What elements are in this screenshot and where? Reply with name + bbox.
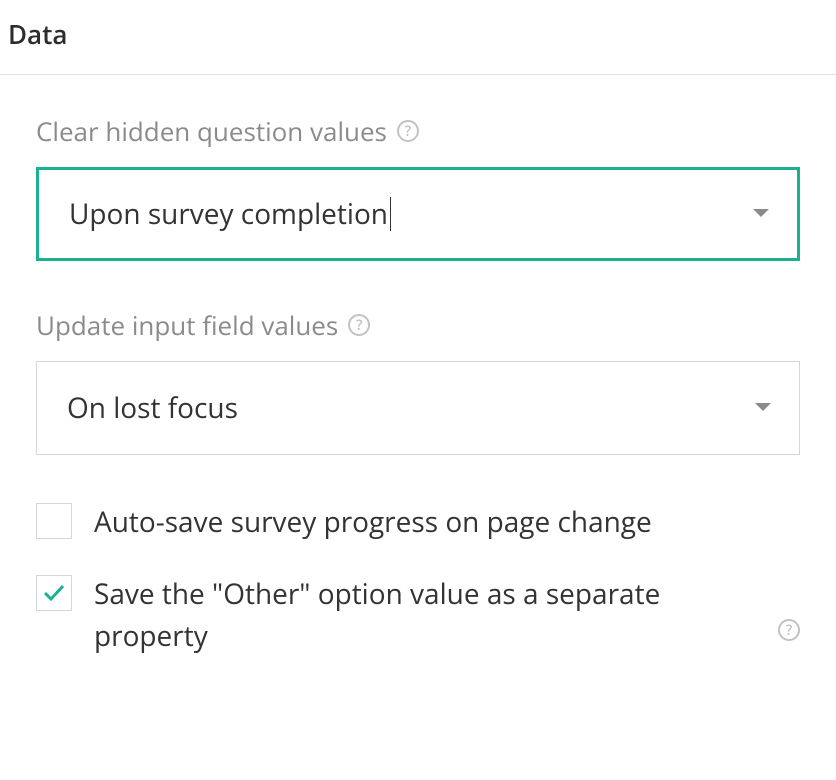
save-other-label: Save the "Other" option value as a separ… <box>94 573 742 657</box>
checkbox-save-other-row: Save the "Other" option value as a separ… <box>36 573 800 657</box>
autosave-checkbox[interactable] <box>36 503 72 539</box>
field-update-input: Update input field values On lost focus <box>36 307 800 455</box>
field-label-row: Clear hidden question values <box>36 113 800 149</box>
chevron-down-icon <box>755 403 771 413</box>
section-title: Data <box>0 0 836 75</box>
field-label-row: Update input field values <box>36 307 800 343</box>
save-other-checkbox[interactable] <box>36 575 72 611</box>
form-area: Clear hidden question values Upon survey… <box>0 75 836 657</box>
clear-hidden-select[interactable]: Upon survey completion <box>36 167 800 261</box>
autosave-label: Auto-save survey progress on page change <box>94 501 800 543</box>
text-cursor <box>390 197 391 231</box>
update-input-value: On lost focus <box>67 389 238 427</box>
help-icon[interactable] <box>348 314 370 336</box>
checkbox-autosave-row: Auto-save survey progress on page change <box>36 501 800 543</box>
help-icon[interactable] <box>397 120 419 142</box>
update-input-label: Update input field values <box>36 307 338 343</box>
chevron-down-icon <box>753 209 769 219</box>
help-icon[interactable] <box>778 619 800 641</box>
field-clear-hidden: Clear hidden question values Upon survey… <box>36 113 800 261</box>
update-input-select[interactable]: On lost focus <box>36 361 800 455</box>
clear-hidden-label: Clear hidden question values <box>36 113 387 149</box>
clear-hidden-value: Upon survey completion <box>69 195 388 233</box>
